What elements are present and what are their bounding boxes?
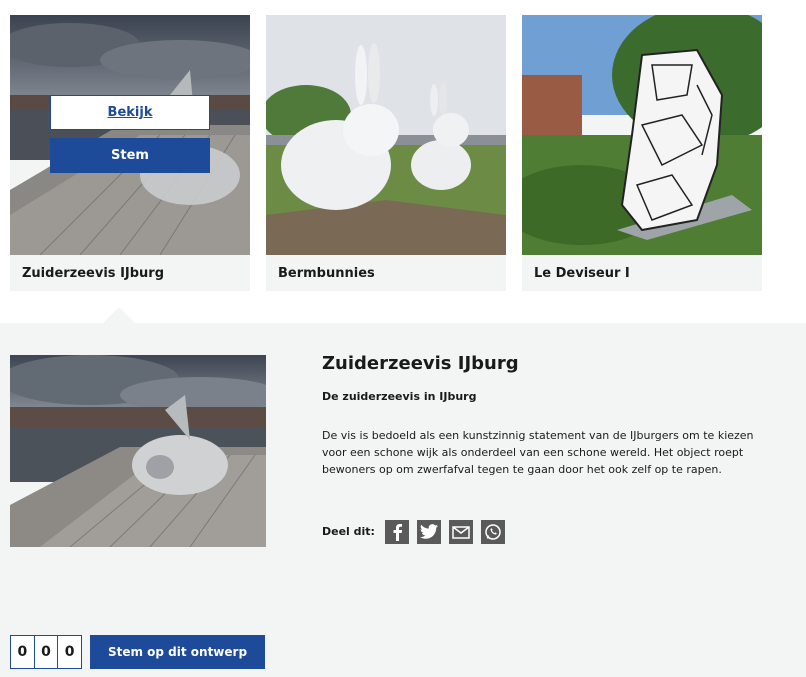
facebook-icon[interactable] (385, 520, 409, 544)
card-title[interactable]: Zuiderzeevis IJburg (22, 266, 164, 281)
detail-subtitle: De zuiderzeevis in IJburg (322, 390, 477, 403)
detail-pointer (102, 307, 136, 324)
vote-counter-digit: 0 (64, 644, 75, 660)
bekijk-button[interactable]: Bekijk (50, 95, 210, 130)
vote-counter: 0 0 0 (10, 635, 82, 669)
vote-counter-digit: 0 (35, 636, 59, 668)
detail-title: Zuiderzeevis IJburg (322, 353, 519, 374)
card-bermbunnies[interactable]: Bermbunnies (266, 15, 506, 291)
card-le-deviseur[interactable]: Le Deviseur I (522, 15, 762, 291)
mail-icon[interactable] (449, 520, 473, 544)
vote-button[interactable]: Stem op dit ontwerp (90, 635, 265, 669)
card-image-bermbunnies[interactable] (266, 15, 506, 255)
stem-button[interactable]: Stem (50, 138, 210, 173)
vote-counter-digit: 0 (11, 636, 35, 668)
card-image-le-deviseur[interactable] (522, 15, 762, 255)
card-image-zuiderzeevis[interactable] (10, 15, 250, 255)
card-title[interactable]: Bermbunnies (278, 266, 375, 281)
twitter-icon[interactable] (417, 520, 441, 544)
page: Bekijk Stem Zuiderzeevis IJburg Bermbunn… (0, 0, 806, 677)
detail-description: De vis is bedoeld als een kunstzinnig st… (322, 429, 754, 476)
detail-image (10, 355, 266, 547)
card-zuiderzeevis[interactable]: Bekijk Stem Zuiderzeevis IJburg (10, 15, 250, 291)
whatsapp-icon[interactable] (481, 520, 505, 544)
share-label: Deel dit: (322, 525, 375, 538)
card-title[interactable]: Le Deviseur I (534, 266, 630, 281)
